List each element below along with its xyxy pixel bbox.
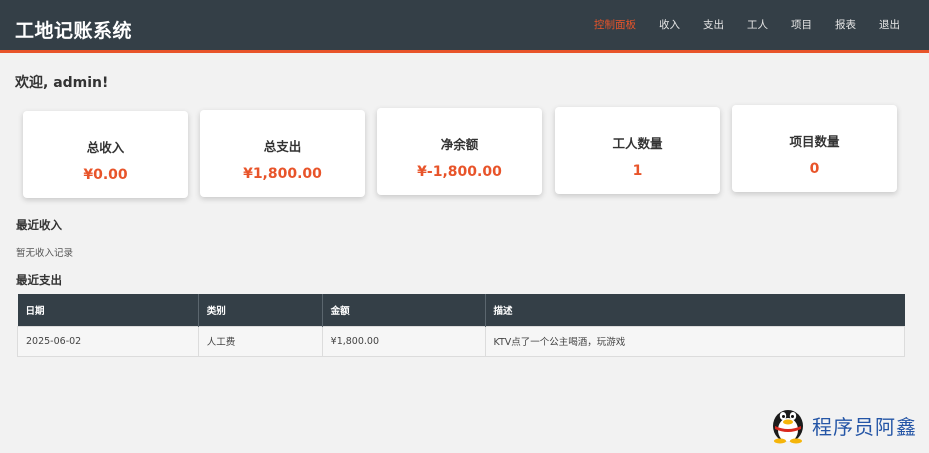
stat-card-total-expense: 总支出 ¥1,800.00 <box>200 110 365 197</box>
nav-logout[interactable]: 退出 <box>879 17 900 32</box>
stat-label: 总支出 <box>263 139 302 154</box>
recent-income-title: 最近收入 <box>16 218 62 232</box>
stat-value: ¥-1,800.00 <box>417 164 502 180</box>
column-header-category: 类别 <box>198 294 323 326</box>
recent-expense-title: 最近支出 <box>16 273 62 287</box>
stat-label: 项目数量 <box>789 134 840 149</box>
stat-label: 总收入 <box>86 140 125 155</box>
column-header-description: 描述 <box>485 294 905 326</box>
stat-value: 0 <box>809 161 820 177</box>
cell-date: 2025-06-02 <box>17 325 199 357</box>
stat-card-net-balance: 净余额 ¥-1,800.00 <box>377 108 542 195</box>
column-header-date: 日期 <box>17 294 199 326</box>
stat-card-total-income: 总收入 ¥0.00 <box>23 111 188 198</box>
penguin-icon <box>768 402 808 448</box>
cell-description: KTV点了一个公主喝酒，玩游戏 <box>484 325 906 357</box>
welcome-heading: 欢迎, admin! <box>15 75 109 91</box>
nav-income[interactable]: 收入 <box>659 17 680 32</box>
table-header-row: 日期 类别 金额 描述 <box>17 294 905 326</box>
watermark: 程序员阿鑫 <box>768 402 917 448</box>
nav-projects[interactable]: 项目 <box>791 17 812 32</box>
stat-value: 1 <box>632 163 643 179</box>
stat-label: 净余额 <box>440 137 479 152</box>
expense-table: 日期 类别 金额 描述 2025-06-02 人工费 ¥1,800.00 KTV… <box>17 294 906 357</box>
stat-label: 工人数量 <box>612 136 663 151</box>
income-empty-text: 暂无收入记录 <box>16 248 74 259</box>
cell-amount: ¥1,800.00 <box>321 325 486 357</box>
stat-value: ¥0.00 <box>83 167 128 183</box>
nav-expense[interactable]: 支出 <box>703 17 724 32</box>
table-row: 2025-06-02 人工费 ¥1,800.00 KTV点了一个公主喝酒，玩游戏 <box>17 325 906 357</box>
stat-value: ¥1,800.00 <box>243 166 322 182</box>
nav-reports[interactable]: 报表 <box>835 17 856 32</box>
stat-card-worker-count: 工人数量 1 <box>555 107 720 194</box>
nav-workers[interactable]: 工人 <box>747 17 768 32</box>
main-nav: 控制面板 收入 支出 工人 项目 报表 退出 <box>571 17 900 32</box>
stat-card-project-count: 项目数量 0 <box>732 105 897 192</box>
cell-category: 人工费 <box>197 325 323 357</box>
nav-dashboard[interactable]: 控制面板 <box>594 17 636 32</box>
watermark-text: 程序员阿鑫 <box>812 414 917 439</box>
app-title: 工地记账系统 <box>15 20 133 42</box>
top-navbar: 工地记账系统 控制面板 收入 支出 工人 项目 报表 退出 <box>0 0 929 53</box>
column-header-amount: 金额 <box>322 294 486 326</box>
